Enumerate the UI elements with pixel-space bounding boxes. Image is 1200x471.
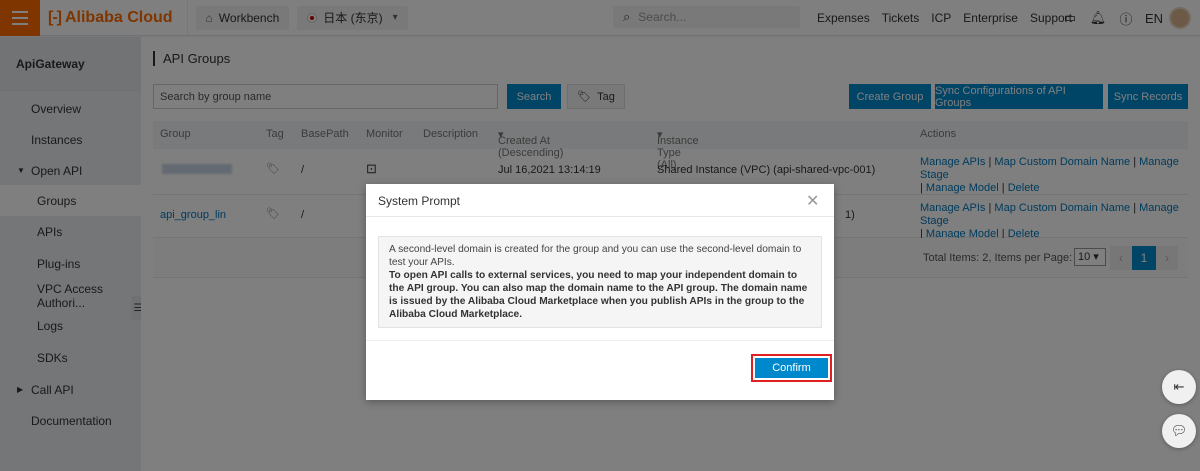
dialog-message-line2: To open API calls to external services, … — [389, 270, 808, 320]
confirm-button[interactable]: Confirm — [755, 358, 828, 378]
dialog-message-line1: A second-level domain is created for the… — [389, 244, 802, 268]
confirm-highlight: Confirm — [751, 354, 832, 382]
dialog-title: System Prompt — [378, 194, 461, 208]
chat-float-icon[interactable]: 💬︎ — [1162, 414, 1196, 448]
dialog-footer-divider — [366, 340, 834, 341]
dialog-message: A second-level domain is created for the… — [378, 236, 822, 328]
system-prompt-dialog: System Prompt ✕ A second-level domain is… — [366, 184, 834, 400]
feedback-float-icon[interactable]: ⇤ — [1162, 370, 1196, 404]
dialog-divider — [366, 216, 834, 217]
close-icon[interactable]: ✕ — [806, 191, 819, 211]
